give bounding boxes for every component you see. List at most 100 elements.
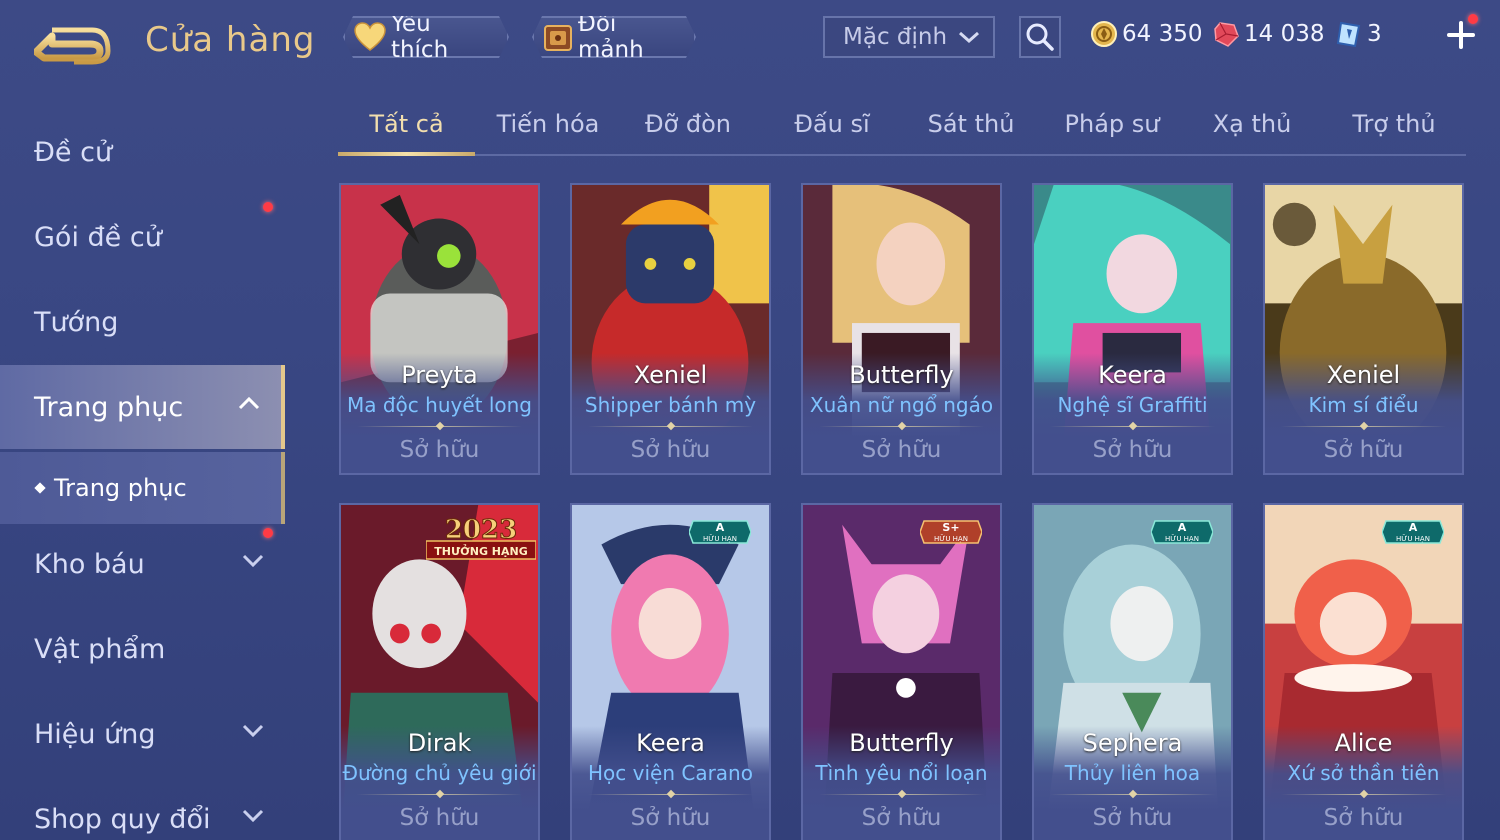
owned-status: Sở hữu xyxy=(399,805,480,831)
sort-dropdown[interactable]: Mặc định xyxy=(823,16,995,58)
sidebar: Đề cử Gói đề cử Tướng Trang phục Trang p… xyxy=(0,100,285,840)
favorite-label: Yêu thích xyxy=(390,11,449,63)
favorite-button[interactable]: Yêu thích xyxy=(343,16,509,58)
hero-name: Sephera xyxy=(1082,729,1183,757)
notification-dot xyxy=(263,202,273,212)
chevron-down-icon xyxy=(242,724,264,738)
tab-support[interactable]: Trợ thủ xyxy=(1324,110,1464,154)
ruby-gem-icon xyxy=(1214,22,1239,47)
skin-name: Nghệ sĩ Graffiti xyxy=(1057,393,1208,417)
sidebar-item-items[interactable]: Vật phẩm xyxy=(0,607,285,691)
tab-tank[interactable]: Đỡ đòn xyxy=(618,110,758,154)
gold-currency: 64 350 xyxy=(1090,17,1202,51)
tab-evolution[interactable]: Tiến hóa xyxy=(478,110,618,154)
notification-dot xyxy=(1468,14,1478,24)
sidebar-item-recommended[interactable]: Đề cử xyxy=(0,110,285,194)
hero-name: Alice xyxy=(1334,729,1393,757)
owned-status: Sở hữu xyxy=(399,437,480,463)
notification-dot xyxy=(263,528,273,538)
tab-marksman[interactable]: Xạ thủ xyxy=(1182,110,1322,154)
svg-text:A: A xyxy=(1178,521,1187,534)
ruby-currency: 14 038 xyxy=(1212,17,1324,51)
hero-name: Butterfly xyxy=(849,361,954,389)
hero-name: Butterfly xyxy=(849,729,954,757)
gold-amount: 64 350 xyxy=(1122,21,1203,47)
owned-status: Sở hữu xyxy=(1323,437,1404,463)
sidebar-item-label: Tướng xyxy=(34,306,119,338)
skin-card[interactable]: A HỮU HẠN Alice Xứ sở thần tiên Sở hữu xyxy=(1263,503,1464,840)
svg-text:2023: 2023 xyxy=(445,515,517,545)
skin-card[interactable]: S+ HỮU HẠN Butterfly Tình yêu nổi loạn S… xyxy=(801,503,1002,840)
skin-card[interactable]: Preyta Ma độc huyết long Sở hữu xyxy=(339,183,540,475)
skin-name: Thủy liên hoa xyxy=(1064,761,1201,785)
sidebar-item-label: Đề cử xyxy=(34,136,113,168)
divider xyxy=(819,426,984,427)
limited-tier-a-badge: A HỮU HẠN xyxy=(689,520,751,544)
tab-all[interactable]: Tất cả xyxy=(338,110,475,154)
svg-text:HỮU HẠN: HỮU HẠN xyxy=(934,534,968,543)
sidebar-item-label: Kho báu xyxy=(34,548,145,580)
voucher-card-icon xyxy=(1336,21,1361,48)
skin-card[interactable]: 2023 THƯỞNG HẠNG Dirak Đường chủ yêu giớ… xyxy=(339,503,540,840)
svg-text:THƯỞNG HẠNG: THƯỞNG HẠNG xyxy=(434,544,528,558)
limited-tier-splus-badge: S+ HỮU HẠN xyxy=(920,520,982,544)
sort-value: Mặc định xyxy=(843,24,948,50)
tab-label: Xạ thủ xyxy=(1212,110,1292,138)
svg-text:HỮU HẠN: HỮU HẠN xyxy=(703,534,737,543)
svg-text:HỮU HẠN: HỮU HẠN xyxy=(1396,534,1430,543)
skin-card[interactable]: Xeniel Shipper bánh mỳ Sở hữu xyxy=(570,183,771,475)
back-arrow-icon[interactable] xyxy=(34,20,112,66)
svg-text:A: A xyxy=(716,521,725,534)
sidebar-item-skins[interactable]: Trang phục xyxy=(0,365,285,449)
treasure-chest-icon xyxy=(542,20,574,54)
hero-name: Dirak xyxy=(407,729,472,757)
sidebar-item-label: Gói đề cử xyxy=(34,221,162,253)
divider xyxy=(1281,794,1446,795)
skin-name: Xứ sở thần tiên xyxy=(1287,761,1440,785)
sidebar-item-label: Vật phẩm xyxy=(34,633,166,665)
exchange-fragments-button[interactable]: Đổi mảnh xyxy=(532,16,696,58)
tab-mage[interactable]: Pháp sư xyxy=(1042,110,1182,154)
divider xyxy=(1050,426,1215,427)
skin-card[interactable]: Keera Nghệ sĩ Graffiti Sở hữu xyxy=(1032,183,1233,475)
skin-name: Xuân nữ ngổ ngáo xyxy=(809,393,994,417)
sidebar-item-heroes[interactable]: Tướng xyxy=(0,280,285,364)
page-title: Cửa hàng xyxy=(145,20,316,60)
tab-assassin[interactable]: Sát thủ xyxy=(901,110,1041,154)
skin-card[interactable]: A HỮU HẠN Keera Học viện Carano Sở hữu xyxy=(570,503,771,840)
owned-status: Sở hữu xyxy=(861,805,942,831)
divider xyxy=(357,426,522,427)
hero-name: Keera xyxy=(636,729,705,757)
sidebar-item-treasure[interactable]: Kho báu xyxy=(0,522,285,606)
sidebar-item-exchange-shop[interactable]: Shop quy đổi xyxy=(0,777,285,840)
skin-card[interactable]: Butterfly Xuân nữ ngổ ngáo Sở hữu xyxy=(801,183,1002,475)
search-button[interactable] xyxy=(1019,16,1061,58)
skin-card[interactable]: A HỮU HẠN Sephera Thủy liên hoa Sở hữu xyxy=(1032,503,1233,840)
sidebar-item-label: Shop quy đổi xyxy=(34,803,211,835)
skin-card[interactable]: Xeniel Kim sí điểu Sở hữu xyxy=(1263,183,1464,475)
owned-status: Sở hữu xyxy=(1092,437,1173,463)
divider xyxy=(1050,794,1215,795)
chevron-up-icon xyxy=(238,396,260,410)
tab-label: Tiến hóa xyxy=(496,110,600,138)
ranked-reward-badge: 2023 THƯỞNG HẠNG xyxy=(426,515,536,560)
tab-label: Đỡ đòn xyxy=(644,110,732,138)
hero-name: Keera xyxy=(1098,361,1167,389)
divider xyxy=(357,794,522,795)
skin-name: Đường chủ yêu giới xyxy=(342,761,537,785)
sidebar-item-recommended-packs[interactable]: Gói đề cử xyxy=(0,195,285,279)
heart-icon xyxy=(353,20,387,54)
svg-text:HỮU HẠN: HỮU HẠN xyxy=(1165,534,1199,543)
limited-tier-a-badge: A HỮU HẠN xyxy=(1382,520,1444,544)
chevron-down-icon xyxy=(959,31,979,44)
sidebar-subitem-label: Trang phục xyxy=(54,474,187,502)
hero-name: Xeniel xyxy=(633,361,708,389)
search-icon xyxy=(1026,23,1054,51)
sidebar-subitem-skins[interactable]: Trang phục xyxy=(0,452,285,524)
skin-name: Tình yêu nổi loạn xyxy=(815,761,988,785)
chevron-down-icon xyxy=(242,554,264,568)
hero-name: Xeniel xyxy=(1326,361,1401,389)
sidebar-item-effects[interactable]: Hiệu ứng xyxy=(0,692,285,776)
tab-fighter[interactable]: Đấu sĩ xyxy=(762,110,902,154)
owned-status: Sở hữu xyxy=(630,805,711,831)
